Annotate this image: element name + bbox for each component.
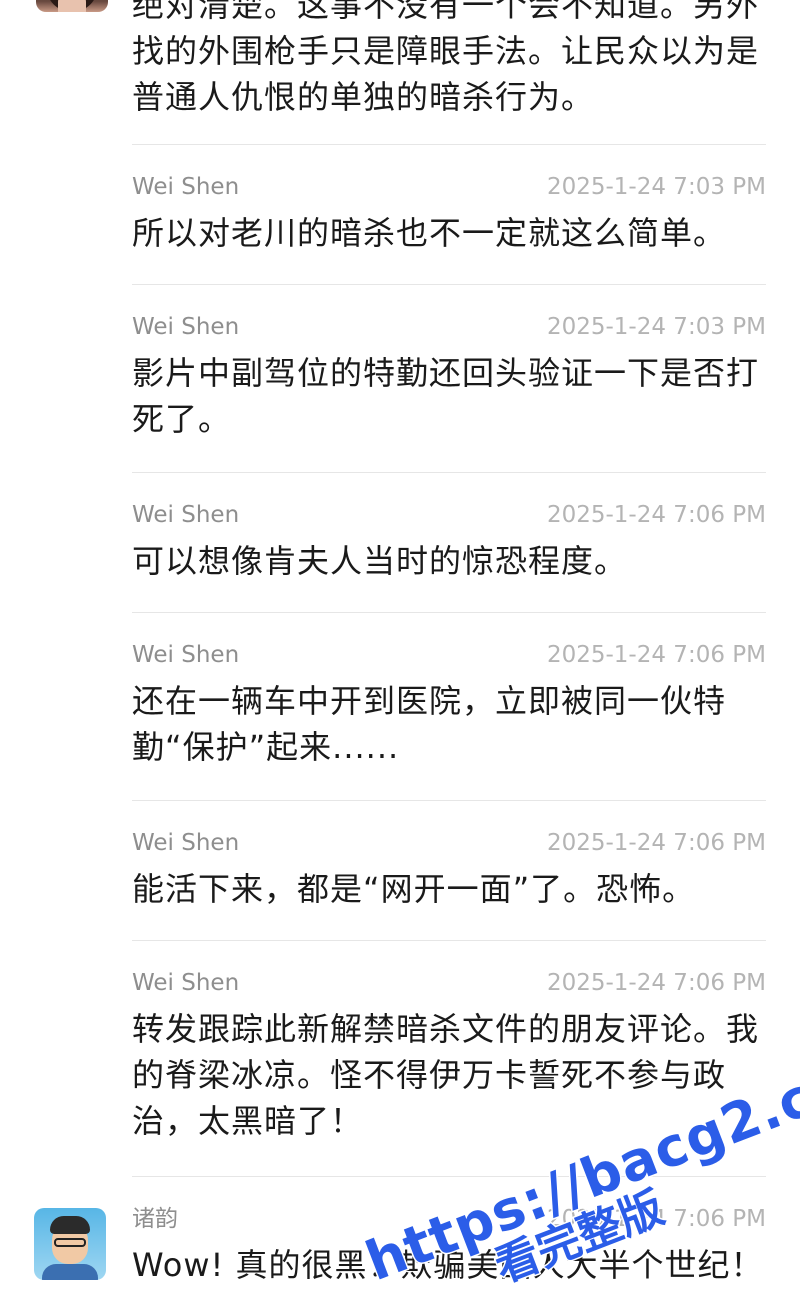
divider xyxy=(132,940,766,941)
comment-item: Wei Shen 2025-1-24 7:06 PM 可以想像肯夫人当时的惊恐程… xyxy=(132,498,766,584)
divider xyxy=(132,800,766,801)
comment-meta: 诸韵 2025-1-24 7:06 PM xyxy=(132,1202,766,1236)
divider xyxy=(132,612,766,613)
divider xyxy=(132,1176,766,1177)
comment-item: 诸韵 2025-1-24 7:06 PM Wow! 真的很黑！欺骗美国人大半个世… xyxy=(132,1202,766,1288)
divider xyxy=(132,284,766,285)
avatar-face xyxy=(58,0,86,12)
comment-text: 转发跟踪此新解禁暗杀文件的朋友评论。我的脊梁冰凉。怪不得伊万卡誓死不参与政治，太… xyxy=(132,1010,760,1140)
comment-author[interactable]: Wei Shen xyxy=(132,966,239,1000)
comment-author[interactable]: Wei Shen xyxy=(132,498,239,532)
divider xyxy=(132,144,766,145)
avatar[interactable] xyxy=(36,0,108,12)
comment-timestamp: 2025-1-24 7:03 PM xyxy=(546,174,766,200)
avatar-hair xyxy=(50,1216,90,1234)
comment-timestamp: 2025-1-24 7:06 PM xyxy=(546,1206,766,1232)
comment-item: Wei Shen 2025-1-24 7:03 PM 影片中副驾位的特勤还回头验… xyxy=(132,310,766,442)
comment-author[interactable]: Wei Shen xyxy=(132,638,239,672)
comment-timestamp: 2025-1-24 7:06 PM xyxy=(546,642,766,668)
comment-text: 能活下来，都是“网开一面”了。恐怖。 xyxy=(132,870,696,908)
comment-text: 还在一辆车中开到医院，立即被同一伙特勤“保护”起来...... xyxy=(132,682,727,766)
comment-text: Wow! 真的很黑！欺骗美国人大半个世纪！ xyxy=(132,1246,764,1284)
avatar-glasses xyxy=(54,1238,86,1247)
comment-meta: Wei Shen 2025-1-24 7:06 PM xyxy=(132,638,766,672)
divider xyxy=(132,472,766,473)
comment-text: 可以想像肯夫人当时的惊恐程度。 xyxy=(132,542,628,580)
comment-item: Wei Shen 2025-1-24 7:03 PM 所以对老川的暗杀也不一定就… xyxy=(132,170,766,256)
comment-meta: Wei Shen 2025-1-24 7:06 PM xyxy=(132,498,766,532)
comment-author[interactable]: 诸韵 xyxy=(132,1202,178,1236)
comment-timestamp: 2025-1-24 7:03 PM xyxy=(546,314,766,340)
comment-item: Wei Shen 2025-1-24 7:06 PM 还在一辆车中开到医院，立即… xyxy=(132,638,766,770)
avatar-shirt xyxy=(42,1264,98,1280)
comment-meta: Wei Shen 2025-1-24 7:03 PM xyxy=(132,170,766,204)
avatar[interactable] xyxy=(34,1208,106,1280)
comment-author[interactable]: Wei Shen xyxy=(132,310,239,344)
comment-timestamp: 2025-1-24 7:06 PM xyxy=(546,830,766,856)
comment-timestamp: 2025-1-24 7:06 PM xyxy=(546,970,766,996)
comment-text: 所以对老川的暗杀也不一定就这么简单。 xyxy=(132,214,727,252)
comment-timestamp: 2025-1-24 7:06 PM xyxy=(546,502,766,528)
comment-item: Wei Shen 2025-1-24 7:06 PM 能活下来，都是“网开一面”… xyxy=(132,826,766,912)
comment-item: Wei Shen 2025-1-24 7:06 PM 转发跟踪此新解禁暗杀文件的… xyxy=(132,966,766,1144)
comment-author[interactable]: Wei Shen xyxy=(132,826,239,860)
comment-meta: Wei Shen 2025-1-24 7:03 PM xyxy=(132,310,766,344)
comment-meta: Wei Shen 2025-1-24 7:06 PM xyxy=(132,966,766,1000)
comment-author[interactable]: Wei Shen xyxy=(132,170,239,204)
comment-meta: Wei Shen 2025-1-24 7:06 PM xyxy=(132,826,766,860)
comment-text: 影片中副驾位的特勤还回头验证一下是否打死了。 xyxy=(132,354,760,438)
message-text: 绝对清楚。这事不没有一个会不知道。另外找的外围枪手只是障眼手法。让民众以为是普通… xyxy=(132,0,760,116)
